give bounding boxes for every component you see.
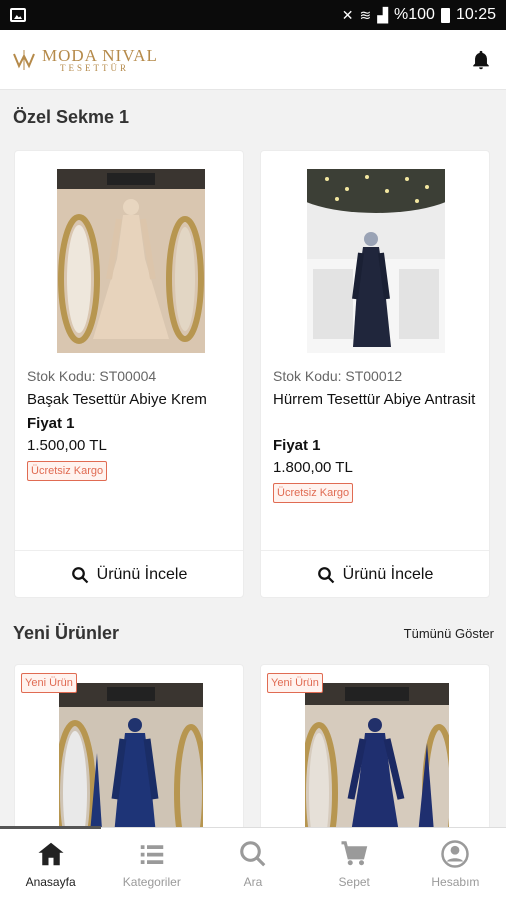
nav-item-anasayfa[interactable]: Anasayfa <box>0 828 101 900</box>
status-left <box>10 8 26 22</box>
product-image[interactable] <box>59 683 203 843</box>
signal-icon: ▟ <box>377 7 389 23</box>
nav-label: Ara <box>243 875 263 889</box>
home-icon <box>38 842 64 866</box>
logo-text: MODA NIVAL TESETTÜR <box>42 47 158 73</box>
nav-label: Anasayfa <box>25 875 76 889</box>
price-label: Fiyat 1 <box>273 437 321 454</box>
view-product-button[interactable]: Ürünü İncele <box>261 551 489 599</box>
brand-logo[interactable]: MODA NIVAL TESETTÜR <box>12 47 158 73</box>
bottom-navigation: Anasayfa Kategoriler Ara Sepet Hesabım <box>0 826 506 900</box>
view-product-label: Ürünü İncele <box>342 566 434 583</box>
free-shipping-badge: Ücretsiz Kargo <box>27 461 108 481</box>
account-icon <box>441 840 470 868</box>
status-right: ✕ ≋ ▟ %100 10:25 <box>342 6 496 24</box>
search-icon <box>71 567 88 584</box>
free-shipping-badge: Ücretsiz Kargo <box>273 483 354 503</box>
new-product-badge: Yeni Ürün <box>21 673 77 693</box>
clock: 10:25 <box>455 6 496 23</box>
price-label: Fiyat 1 <box>27 415 75 432</box>
mute-icon: ✕ <box>341 7 354 23</box>
battery-text: %100 <box>394 6 435 23</box>
view-product-label: Ürünü İncele <box>96 566 188 583</box>
wifi-icon: ≋ <box>359 7 372 23</box>
active-tab-indicator <box>0 826 101 829</box>
nav-label: Hesabım <box>431 875 480 889</box>
search-icon <box>240 841 266 867</box>
show-all-link[interactable]: Tümünü Göster <box>404 626 494 641</box>
nav-item-hesabim[interactable]: Hesabım <box>405 828 506 900</box>
logo-mark-icon <box>13 49 35 70</box>
section-title-ozel-sekme: Özel Sekme 1 <box>13 107 130 127</box>
product-image[interactable] <box>57 169 205 353</box>
image-notification-icon <box>10 8 26 22</box>
product-card[interactable]: Stok Kodu: ST00004 Başak Tesettür Abiye … <box>14 150 244 598</box>
product-image[interactable] <box>307 169 445 353</box>
stock-code: Stok Kodu: ST00012 <box>273 368 403 384</box>
new-product-badge: Yeni Ürün <box>267 673 323 693</box>
app-header: MODA NIVAL TESETTÜR <box>0 30 506 90</box>
price-value: 1.500,00 TL <box>27 437 107 454</box>
stock-code: Stok Kodu: ST00004 <box>27 368 157 384</box>
view-product-button[interactable]: Ürünü İncele <box>15 551 243 599</box>
notification-bell-icon[interactable] <box>468 47 494 73</box>
nav-item-ara[interactable]: Ara <box>202 828 303 900</box>
product-name[interactable]: Başak Tesettür Abiye Krem <box>27 389 237 411</box>
section-title-yeni-urunler: Yeni Ürünler <box>13 623 120 643</box>
nav-label: Kategoriler <box>122 875 181 889</box>
nav-label: Sepet <box>338 875 370 889</box>
nav-item-kategoriler[interactable]: Kategoriler <box>101 828 202 900</box>
status-bar: ✕ ≋ ▟ %100 10:25 <box>0 0 506 30</box>
battery-icon <box>440 7 450 23</box>
list-icon <box>140 845 164 864</box>
nav-item-sepet[interactable]: Sepet <box>304 828 405 900</box>
product-name[interactable]: Hürrem Tesettür Abiye Antrasit <box>273 389 483 411</box>
search-icon <box>317 567 334 584</box>
new-product-card[interactable]: Yeni Ürün <box>260 664 490 844</box>
price-value: 1.800,00 TL <box>273 459 353 476</box>
cart-icon <box>341 841 368 866</box>
new-product-card[interactable]: Yeni Ürün <box>14 664 244 844</box>
product-image[interactable] <box>305 683 449 843</box>
product-card[interactable]: Stok Kodu: ST00012 Hürrem Tesettür Abiye… <box>260 150 490 598</box>
logo-line2: TESETTÜR <box>60 62 129 73</box>
logo-line1: MODA NIVAL <box>42 45 158 65</box>
